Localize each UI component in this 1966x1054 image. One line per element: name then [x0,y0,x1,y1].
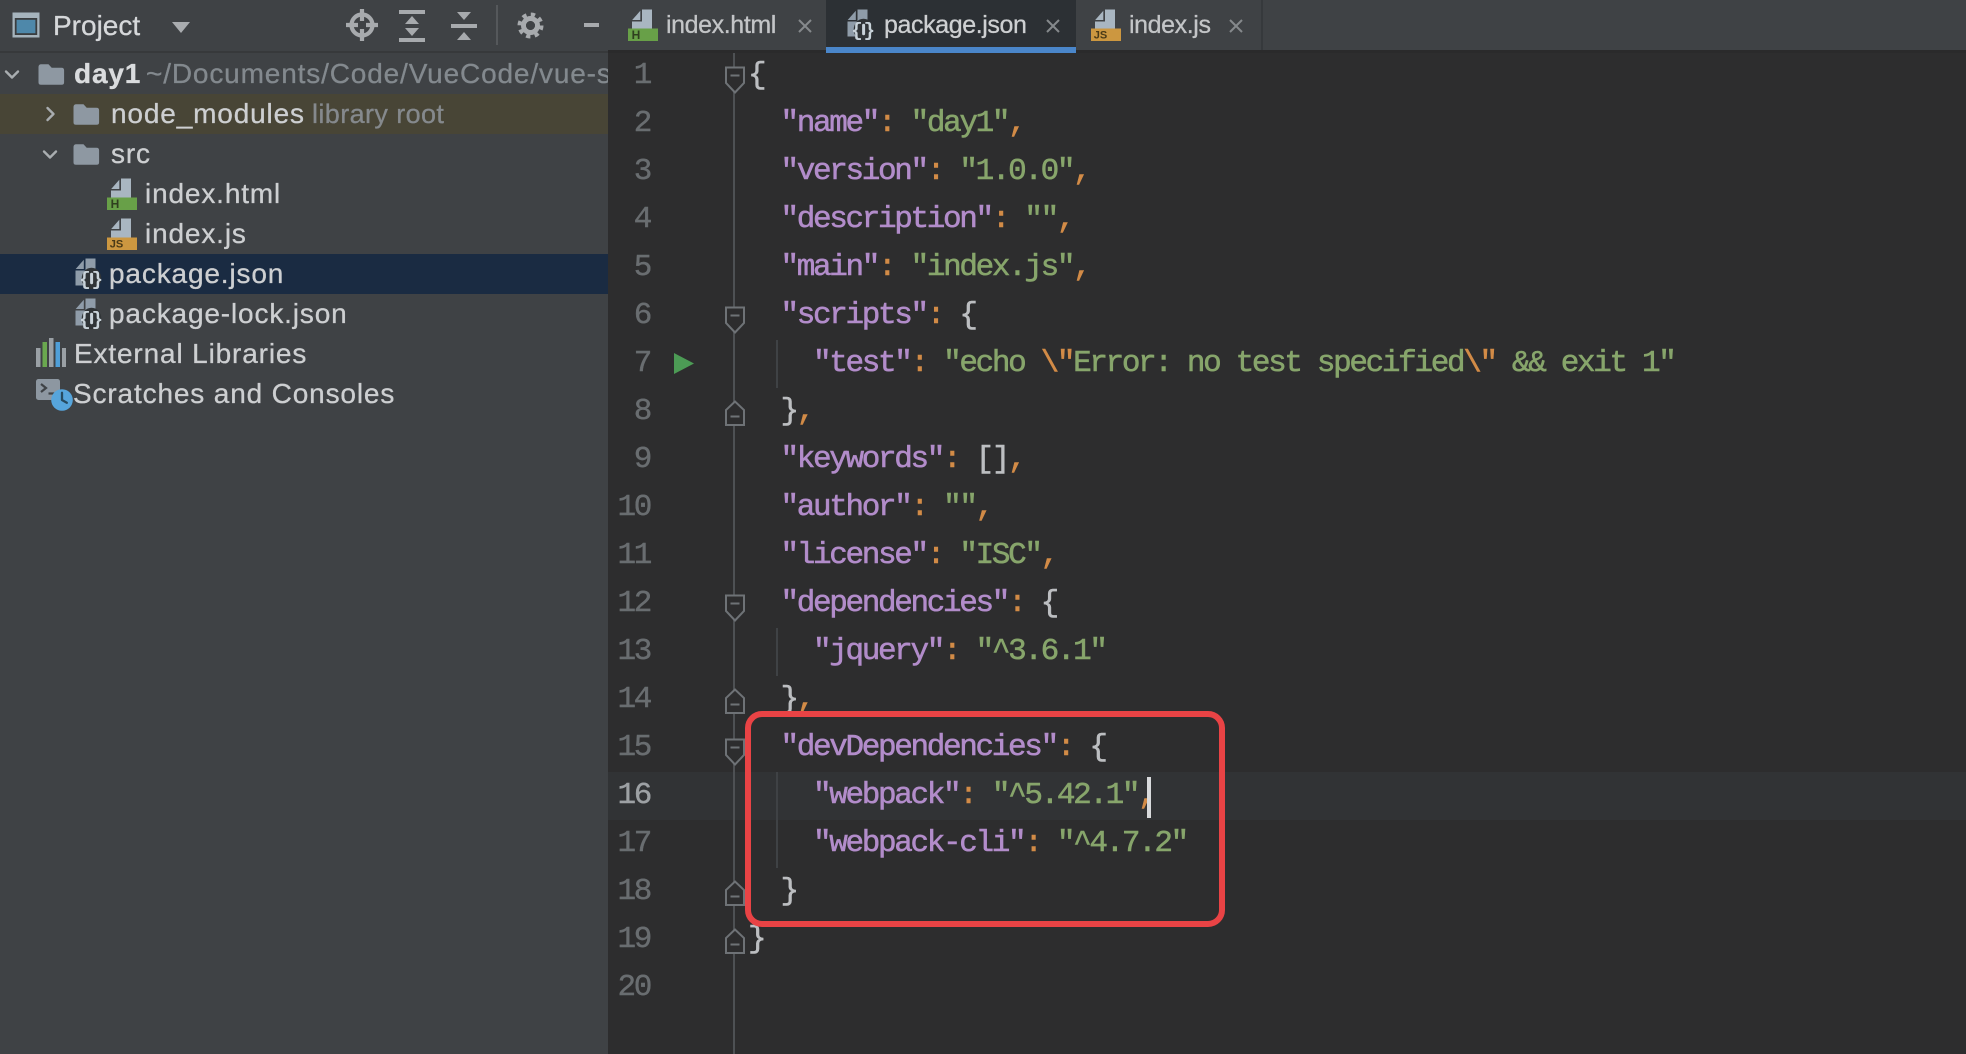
svg-text:H: H [632,28,641,41]
svg-text:H: H [111,197,120,210]
svg-text:JS: JS [110,238,123,250]
svg-text:JS: JS [1094,29,1107,41]
